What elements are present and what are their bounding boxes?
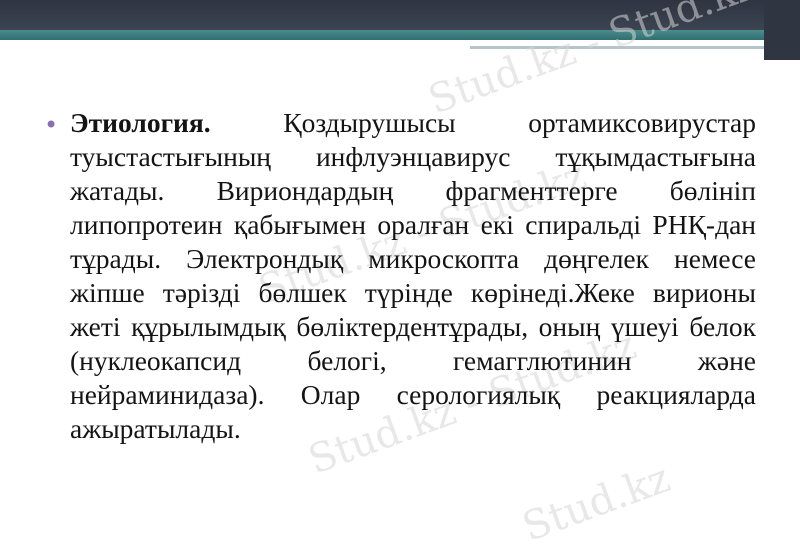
watermark: Stud.kz <box>516 455 677 551</box>
paragraph-body: Қоздырушысы ортамиксовирустар туыстастығ… <box>70 107 756 444</box>
bullet-icon: • <box>44 111 59 139</box>
slide-paragraph: Этиология. Қоздырушысы ортамиксовирустар… <box>70 106 756 446</box>
header-corner-block <box>764 0 800 60</box>
paragraph-lead: Этиология. <box>70 107 211 138</box>
